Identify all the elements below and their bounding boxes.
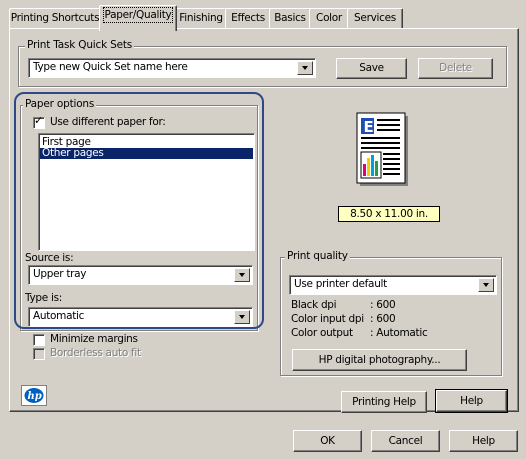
chevron-down-icon[interactable]	[234, 310, 250, 324]
printing-help-label: Printing Help	[352, 396, 416, 408]
use-different-paper-checkbox[interactable]: ✓	[33, 114, 45, 129]
print-quality-label: Print quality	[285, 250, 350, 262]
chevron-down-icon[interactable]	[478, 278, 494, 292]
help-label: Help	[460, 395, 483, 407]
delete-button[interactable]: Delete	[418, 58, 493, 79]
page-letter: E	[364, 118, 374, 136]
paper-options-label: Paper options	[23, 98, 97, 110]
check-icon: ✓	[34, 114, 44, 127]
cancel-label: Cancel	[388, 435, 423, 447]
list-item-selected[interactable]: Other pages	[40, 148, 253, 159]
source-select[interactable]: Upper tray	[28, 265, 253, 285]
hp-photo-label: HP digital photography...	[318, 354, 441, 366]
page-preview-icon: E	[355, 112, 411, 188]
color-output-value: : Automatic	[370, 327, 428, 339]
quick-sets-label: Print Task Quick Sets	[25, 39, 135, 51]
save-label: Save	[359, 62, 384, 74]
type-select[interactable]: Automatic	[28, 307, 253, 327]
save-button[interactable]: Save	[336, 58, 407, 79]
minimize-margins-label: Minimize margins	[50, 333, 138, 345]
print-quality-select[interactable]: Use printer default	[289, 275, 497, 295]
tab-label: Services	[354, 12, 396, 24]
tab-paper-quality[interactable]: Paper/Quality	[99, 5, 177, 31]
dialog-help-button[interactable]: Help	[449, 430, 518, 452]
ok-label: OK	[320, 435, 335, 447]
page-list[interactable]: First page Other pages	[38, 133, 255, 251]
help-button[interactable]: Help	[435, 389, 508, 413]
tab-label: Effects	[231, 12, 265, 24]
black-dpi-label: Black dpi	[291, 299, 337, 311]
source-value: Upper tray	[33, 268, 87, 280]
svg-text:hp: hp	[28, 391, 42, 402]
type-label: Type is:	[25, 292, 62, 304]
tab-finishing[interactable]: Finishing	[175, 8, 227, 29]
print-quality-value: Use printer default	[294, 278, 387, 290]
black-dpi-value: : 600	[370, 299, 396, 311]
source-label: Source is:	[25, 252, 74, 264]
quick-set-value: Type new Quick Set name here	[33, 61, 188, 73]
tab-label: Color	[316, 12, 342, 24]
tab-printing-shortcuts[interactable]: Printing Shortcuts	[9, 8, 101, 29]
tab-label: Finishing	[179, 12, 223, 24]
hp-logo: hp	[21, 385, 47, 406]
ok-button[interactable]: OK	[293, 430, 362, 452]
borderless-label: Borderless auto fit	[50, 347, 141, 359]
minimize-margins-checkbox[interactable]	[33, 334, 45, 346]
chevron-down-icon[interactable]	[297, 61, 313, 75]
tab-basics[interactable]: Basics	[269, 8, 311, 29]
printing-help-button[interactable]: Printing Help	[341, 391, 427, 413]
tab-color[interactable]: Color	[309, 8, 349, 29]
borderless-checkbox[interactable]	[33, 348, 45, 360]
color-dpi-label: Color input dpi	[291, 313, 364, 325]
tab-label: Basics	[274, 12, 306, 24]
color-output-label: Color output	[291, 327, 353, 339]
tab-effects[interactable]: Effects	[225, 8, 271, 29]
chevron-down-icon[interactable]	[234, 268, 250, 282]
delete-label: Delete	[439, 62, 472, 74]
cancel-button[interactable]: Cancel	[371, 430, 440, 452]
quick-set-combo[interactable]: Type new Quick Set name here	[28, 58, 316, 78]
use-different-paper-label: Use different paper for:	[50, 116, 166, 128]
color-dpi-value: : 600	[370, 313, 396, 325]
type-value: Automatic	[33, 310, 85, 322]
hp-digital-photography-button[interactable]: HP digital photography...	[292, 349, 467, 371]
tab-label: Printing Shortcuts	[10, 12, 100, 24]
dialog-help-label: Help	[472, 435, 495, 447]
tab-label: Paper/Quality	[102, 7, 174, 23]
paper-size-badge: 8.50 x 11.00 in.	[338, 206, 440, 222]
tab-services[interactable]: Services	[347, 8, 403, 29]
